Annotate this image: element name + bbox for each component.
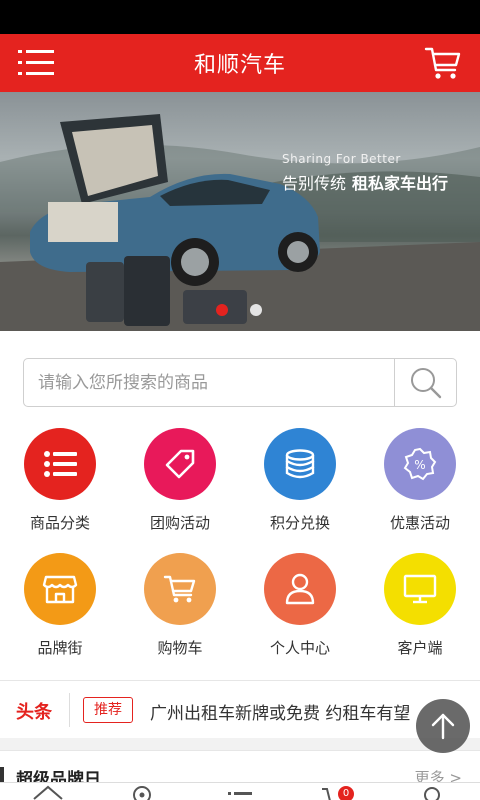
cart-icon [424, 47, 461, 79]
category-label: 购物车 [157, 639, 203, 657]
banner-tagline-en: Sharing For Better [282, 152, 401, 166]
headline-tag: 头条 [16, 702, 52, 723]
user-icon [424, 787, 440, 800]
recommend-badge: 推荐 [83, 697, 133, 723]
banner-tagline-cn-2: 租私家车出行 [352, 174, 449, 193]
list-icon [228, 792, 252, 795]
car-illustration [0, 114, 480, 331]
banner-tagline-cn-1: 告别传统 [282, 174, 347, 193]
category-goods[interactable]: 商品分类 [0, 428, 120, 553]
search-bar [23, 358, 457, 407]
home-icon [33, 785, 63, 800]
user-icon [264, 553, 336, 625]
category-label: 品牌街 [37, 639, 83, 657]
category-label: 优惠活动 [389, 514, 450, 532]
category-group-buy[interactable]: 团购活动 [120, 428, 240, 553]
category-grid: 商品分类 团购活动 积分兑换 % 优惠活动 品牌街 购物车 个人中心 客户端 [0, 428, 480, 678]
arrow-up-icon [431, 713, 455, 740]
category-label: 个人中心 [269, 639, 330, 657]
headline-ticker[interactable]: 头条 推荐 广州出租车新牌或免费 约租车有望 [0, 680, 480, 738]
category-label: 团购活动 [149, 514, 210, 532]
coins-icon [264, 428, 336, 500]
tab-home[interactable] [28, 783, 68, 800]
menu-button[interactable] [18, 48, 54, 78]
store-icon [24, 553, 96, 625]
carousel-dots [216, 304, 262, 316]
category-client[interactable]: 客户端 [360, 553, 480, 678]
banner-tagline-cn: 告别传统 租私家车出行 [282, 170, 448, 194]
monitor-icon [384, 553, 456, 625]
search-input[interactable] [24, 359, 394, 406]
search-icon [410, 367, 441, 398]
list-icon [24, 428, 96, 500]
tag-icon [144, 428, 216, 500]
cart-count-badge: 0 [338, 786, 354, 800]
category-label: 商品分类 [29, 514, 90, 532]
discount-icon: % [384, 428, 456, 500]
scroll-to-top-button[interactable] [416, 699, 470, 753]
app-title: 和顺汽车 [193, 53, 286, 78]
tab-profile[interactable] [412, 783, 452, 800]
home-content: 商品分类 团购活动 积分兑换 [0, 331, 480, 680]
tab-category[interactable] [220, 783, 260, 800]
category-discount[interactable]: % 优惠活动 [360, 428, 480, 553]
cart-icon [144, 553, 216, 625]
category-label: 客户端 [397, 639, 443, 657]
carousel-dot-1[interactable] [216, 304, 228, 316]
tab-nearby[interactable] [122, 783, 162, 800]
category-brand-street[interactable]: 品牌街 [0, 553, 120, 678]
menu-icon [18, 50, 54, 75]
category-points[interactable]: 积分兑换 [240, 428, 360, 553]
category-cart[interactable]: 购物车 [120, 553, 240, 678]
bottom-tab-bar: 0 [0, 782, 480, 800]
promo-banner[interactable]: Sharing For Better 告别传统 租私家车出行 [0, 92, 480, 331]
header-cart-button[interactable] [424, 44, 462, 82]
carousel-dot-2[interactable] [250, 304, 262, 316]
svg-text:%: % [414, 458, 425, 472]
app-header: 和顺汽车 [0, 34, 480, 92]
status-bar [0, 0, 480, 34]
category-label: 积分兑换 [269, 514, 330, 532]
category-profile[interactable]: 个人中心 [240, 553, 360, 678]
location-icon [133, 786, 151, 800]
headline-text[interactable]: 广州出租车新牌或免费 约租车有望 [150, 699, 440, 724]
search-button[interactable] [394, 359, 456, 406]
headline-divider [69, 693, 70, 727]
